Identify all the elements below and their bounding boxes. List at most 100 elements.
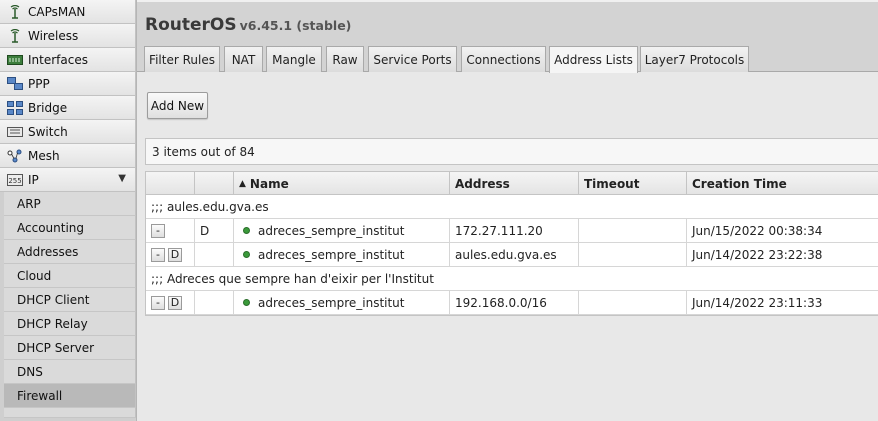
tab-filter-rules[interactable]: Filter Rules (144, 46, 220, 72)
remove-button[interactable]: - (151, 223, 165, 238)
row-name-text: adreces_sempre_institut (258, 223, 405, 238)
app-title: RouterOS (145, 15, 237, 35)
sidebar-item-ppp[interactable]: PPP (0, 72, 136, 96)
row-timeout (579, 219, 687, 242)
sidebar-subitem-label: Accounting (17, 220, 85, 235)
row-address: 172.27.111.20 (450, 219, 579, 242)
header-address[interactable]: Address (450, 172, 579, 195)
header-name[interactable]: ▲ Name (234, 172, 450, 195)
sidebar-subitem-next[interactable] (4, 408, 136, 418)
row-flag (195, 291, 234, 314)
toolbar: Add New (137, 73, 878, 135)
sidebar-subitem-label: DHCP Server (17, 340, 95, 355)
sidebar-subitem-arp[interactable]: ARP (4, 192, 136, 216)
row-name: adreces_sempre_institut (234, 219, 450, 242)
sidebar-subitem-cloud[interactable]: Cloud (4, 264, 136, 288)
header-actions (146, 172, 195, 195)
mesh-icon (6, 149, 24, 163)
sidebar-item-label: Mesh (28, 148, 60, 163)
enabled-status-icon (243, 251, 250, 258)
sidebar-subitem-dns[interactable]: DNS (4, 360, 136, 384)
disable-button[interactable]: D (168, 295, 182, 310)
sidebar-item-interfaces[interactable]: Interfaces (0, 48, 136, 72)
add-new-button[interactable]: Add New (147, 92, 208, 119)
sidebar-item-bridge[interactable]: Bridge (0, 96, 136, 120)
sidebar-subitem-label: Firewall (17, 388, 63, 403)
sidebar-item-mesh[interactable]: Mesh (0, 144, 136, 168)
sidebar-item-label: Wireless (28, 28, 79, 43)
address-list-table: ▲ Name Address Timeout Creation Time ;;; … (145, 171, 878, 316)
interfaces-icon (6, 53, 24, 67)
tab-raw[interactable]: Raw (326, 46, 364, 72)
row-name: adreces_sempre_institut (234, 243, 450, 266)
ip-icon: 255 (6, 173, 24, 187)
remove-button[interactable]: - (151, 247, 165, 262)
sidebar-subitem-addresses[interactable]: Addresses (4, 240, 136, 264)
row-timeout (579, 291, 687, 314)
tab-mangle[interactable]: Mangle (266, 46, 322, 72)
bridge-icon (6, 100, 24, 115)
sidebar-item-label: IP (28, 172, 39, 187)
row-flag: D (195, 219, 234, 242)
table-row[interactable]: -D adreces_sempre_institut 192.168.0.0/1… (146, 291, 878, 315)
chevron-down-icon[interactable]: ▼ (118, 173, 126, 184)
sidebar-item-switch[interactable]: Switch (0, 120, 136, 144)
antenna-icon (6, 4, 24, 19)
row-name-text: adreces_sempre_institut (258, 295, 405, 310)
sidebar-subitem-dhcp-server[interactable]: DHCP Server (4, 336, 136, 360)
sort-ascending-icon: ▲ (239, 178, 246, 189)
sidebar-item-label: Interfaces (28, 52, 88, 67)
table-row[interactable]: -D adreces_sempre_institut aules.edu.gva… (146, 243, 878, 267)
table-row[interactable]: - D adreces_sempre_institut 172.27.111.2… (146, 219, 878, 243)
row-creation-time: Jun/14/2022 23:11:33 (692, 295, 823, 310)
comment-row: ;;; Adreces que sempre han d'eixir per l… (146, 267, 878, 291)
tab-nat[interactable]: NAT (224, 46, 263, 72)
header-timeout[interactable]: Timeout (579, 172, 687, 195)
svg-text:255: 255 (8, 177, 21, 185)
sidebar-subitem-label: DHCP Client (17, 292, 90, 307)
antenna-icon (6, 28, 24, 43)
row-creation-time: Jun/14/2022 23:22:38 (692, 247, 823, 262)
comment-row: ;;; aules.edu.gva.es (146, 195, 878, 219)
sidebar-subitem-label: Addresses (17, 244, 79, 259)
sidebar: CAPsMAN Wireless Interfaces PPP Bridge S… (0, 0, 137, 421)
tab-layer7-protocols[interactable]: Layer7 Protocols (640, 46, 749, 72)
sidebar-item-ip[interactable]: 255 IP ▼ (0, 168, 136, 192)
disable-button[interactable]: D (168, 247, 182, 262)
row-address: 192.168.0.0/16 (450, 291, 579, 314)
enabled-status-icon (243, 227, 250, 234)
row-actions: - (146, 219, 195, 242)
version-label: v6.45.1 (stable) (239, 18, 352, 33)
row-name: adreces_sempre_institut (234, 291, 450, 314)
table-header: ▲ Name Address Timeout Creation Time (146, 171, 878, 195)
tab-connections[interactable]: Connections (461, 46, 546, 72)
sidebar-subitem-dhcp-client[interactable]: DHCP Client (4, 288, 136, 312)
sidebar-subitem-label: ARP (17, 196, 41, 211)
remove-button[interactable]: - (151, 295, 165, 310)
switch-icon (6, 125, 24, 139)
tab-bar: Filter Rules NAT Mangle Raw Service Port… (137, 44, 878, 73)
row-name-text: adreces_sempre_institut (258, 247, 405, 262)
sidebar-item-capsman[interactable]: CAPsMAN (0, 0, 136, 24)
sidebar-item-label: CAPsMAN (28, 4, 86, 19)
row-flag (195, 243, 234, 266)
tab-service-ports[interactable]: Service Ports (368, 46, 457, 72)
tab-address-lists[interactable]: Address Lists (549, 46, 638, 73)
ppp-icon (6, 77, 24, 91)
page-title: RouterOS v6.45.1 (stable) (145, 15, 351, 35)
sidebar-item-wireless[interactable]: Wireless (0, 24, 136, 48)
header-name-label: Name (249, 176, 289, 191)
header: RouterOS v6.45.1 (stable) (137, 0, 878, 44)
sidebar-item-label: Bridge (28, 100, 68, 115)
sidebar-subitem-dhcp-relay[interactable]: DHCP Relay (4, 312, 136, 336)
row-address: aules.edu.gva.es (450, 243, 579, 266)
row-actions: -D (146, 243, 195, 266)
sidebar-subitem-label: DNS (17, 364, 43, 379)
header-flags (195, 172, 234, 195)
enabled-status-icon (243, 299, 250, 306)
header-creation-time[interactable]: Creation Time (687, 172, 878, 195)
item-count: 3 items out of 84 (145, 138, 878, 165)
sidebar-subitem-accounting[interactable]: Accounting (4, 216, 136, 240)
main-panel: RouterOS v6.45.1 (stable) Filter Rules NA… (137, 0, 878, 421)
sidebar-subitem-firewall[interactable]: Firewall (4, 384, 136, 408)
